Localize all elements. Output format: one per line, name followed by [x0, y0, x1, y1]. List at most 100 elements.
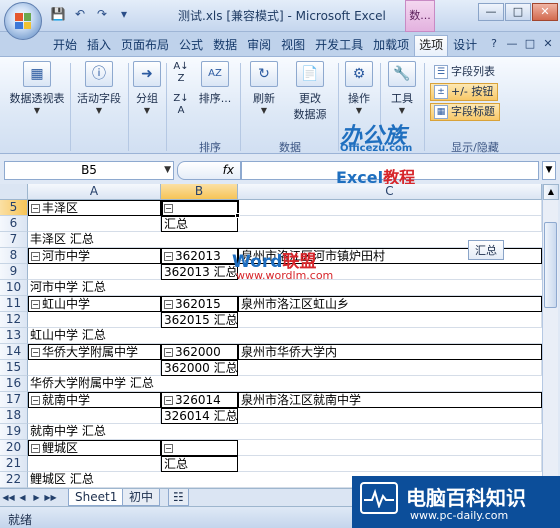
cell-a[interactable]: [28, 360, 161, 376]
group-button[interactable]: ➜ 分组 ▼: [130, 61, 164, 115]
cell-a[interactable]: − 鲤城区: [28, 440, 161, 456]
last-sheet-icon[interactable]: ▶▶: [44, 491, 57, 504]
collapse-icon[interactable]: −: [164, 348, 173, 357]
cell-c[interactable]: [238, 440, 542, 456]
cell-c[interactable]: [238, 408, 542, 424]
cell-a[interactable]: [28, 312, 161, 328]
collapse-icon[interactable]: −: [31, 252, 40, 261]
cell-c[interactable]: [238, 456, 542, 472]
cell-a[interactable]: − 河市中学: [28, 248, 161, 264]
redo-icon[interactable]: ↷: [94, 6, 110, 22]
insert-sheet-icon[interactable]: ☷: [168, 489, 189, 506]
name-box[interactable]: B5 ▼: [4, 161, 174, 180]
cell-subtotal[interactable]: 虹山中学 汇总: [28, 328, 542, 344]
cell-b[interactable]: 362000 汇总: [161, 360, 238, 376]
tab-4[interactable]: 数据: [208, 35, 242, 56]
collapse-icon[interactable]: −: [31, 396, 40, 405]
cell-b[interactable]: 362013 汇总: [161, 264, 238, 280]
tools-button[interactable]: 🔧 工具 ▼: [384, 61, 420, 115]
tab-7[interactable]: 开发工具: [310, 35, 368, 56]
collapse-icon[interactable]: −: [31, 204, 40, 213]
collapse-icon[interactable]: −: [164, 396, 173, 405]
collapse-icon[interactable]: −: [31, 348, 40, 357]
row-header[interactable]: 20: [0, 440, 28, 456]
collapse-icon[interactable]: −: [164, 300, 173, 309]
cell-b[interactable]: 362015 汇总: [161, 312, 238, 328]
active-field-button[interactable]: ⓘ 活动字段 ▼: [72, 61, 126, 115]
tab-2[interactable]: 页面布局: [116, 35, 174, 56]
tab-1[interactable]: 插入: [82, 35, 116, 56]
cell-a[interactable]: − 华侨大学附属中学: [28, 344, 161, 360]
cell-b[interactable]: 汇总: [161, 216, 238, 232]
row-header[interactable]: 8: [0, 248, 28, 264]
prev-sheet-icon[interactable]: ◀: [16, 491, 29, 504]
row-header[interactable]: 16: [0, 376, 28, 392]
plus-minus-buttons-toggle[interactable]: ± +/- 按钮: [430, 83, 499, 101]
scroll-up-icon[interactable]: ▲: [543, 184, 559, 200]
tab-0[interactable]: 开始: [48, 35, 82, 56]
row-header[interactable]: 11: [0, 296, 28, 312]
close-icon[interactable]: ✕: [532, 3, 558, 21]
ribbon-restore-icon[interactable]: □: [522, 36, 538, 52]
row-header[interactable]: 18: [0, 408, 28, 424]
field-headers-toggle[interactable]: ▦ 字段标题: [430, 103, 500, 121]
ribbon-close-icon[interactable]: ✕: [540, 36, 556, 52]
minimize-icon[interactable]: —: [478, 3, 504, 21]
select-all-corner[interactable]: [0, 184, 28, 200]
sort-button[interactable]: AZ 排序...: [194, 61, 236, 106]
row-header[interactable]: 10: [0, 280, 28, 296]
cell-b[interactable]: 326014 汇总: [161, 408, 238, 424]
cell-b[interactable]: −: [161, 440, 238, 456]
collapse-icon[interactable]: −: [31, 300, 40, 309]
help-icon[interactable]: ?: [486, 36, 502, 52]
save-icon[interactable]: 💾: [50, 6, 66, 22]
cell-c[interactable]: [238, 312, 542, 328]
row-header[interactable]: 13: [0, 328, 28, 344]
tab-9[interactable]: 选项: [414, 35, 449, 56]
cell-c[interactable]: [238, 360, 542, 376]
cell-subtotal[interactable]: 华侨大学附属中学 汇总: [28, 376, 542, 392]
vertical-scrollbar[interactable]: ▲: [542, 184, 559, 488]
field-list-button[interactable]: ☰ 字段列表: [430, 63, 500, 81]
column-header-c[interactable]: C: [238, 184, 542, 200]
ribbon-minimize-icon[interactable]: —: [504, 36, 520, 52]
tab-6[interactable]: 视图: [276, 35, 310, 56]
collapse-icon[interactable]: −: [164, 444, 173, 453]
row-header[interactable]: 6: [0, 216, 28, 232]
maximize-icon[interactable]: □: [505, 3, 531, 21]
cell-c[interactable]: 泉州市洛江区就南中学: [238, 392, 542, 408]
fill-handle[interactable]: [235, 213, 240, 218]
tab-3[interactable]: 公式: [174, 35, 208, 56]
row-header[interactable]: 7: [0, 232, 28, 248]
first-sheet-icon[interactable]: ◀◀: [2, 491, 15, 504]
actions-button[interactable]: ⚙ 操作 ▼: [342, 61, 376, 115]
cell-b[interactable]: −362015: [161, 296, 238, 312]
column-header-b[interactable]: B: [161, 184, 238, 200]
sheet-tab-junior[interactable]: 初中: [122, 489, 161, 506]
refresh-button[interactable]: ↻ 刷新 ▼: [246, 61, 282, 115]
row-header[interactable]: 17: [0, 392, 28, 408]
tab-10[interactable]: 设计: [448, 35, 482, 56]
cell-subtotal[interactable]: 就南中学 汇总: [28, 424, 542, 440]
row-header[interactable]: 19: [0, 424, 28, 440]
scroll-thumb[interactable]: [544, 222, 557, 308]
collapse-icon[interactable]: −: [164, 204, 173, 213]
column-header-a[interactable]: A: [28, 184, 161, 200]
cell-c[interactable]: [238, 216, 542, 232]
chevron-down-icon[interactable]: ▼: [164, 162, 171, 179]
cell-a[interactable]: [28, 216, 161, 232]
cell-b[interactable]: −326014: [161, 392, 238, 408]
cell-b[interactable]: −362013: [161, 248, 238, 264]
customize-toolbar-icon[interactable]: ▾: [116, 6, 132, 22]
collapse-icon[interactable]: −: [31, 444, 40, 453]
next-sheet-icon[interactable]: ▶: [30, 491, 43, 504]
row-header[interactable]: 12: [0, 312, 28, 328]
expand-formula-bar-icon[interactable]: ▼: [542, 161, 556, 180]
cell-a[interactable]: − 就南中学: [28, 392, 161, 408]
row-header[interactable]: 9: [0, 264, 28, 280]
cell-c[interactable]: 泉州市洛江区虹山乡: [238, 296, 542, 312]
cell-b[interactable]: 汇总: [161, 456, 238, 472]
cell-b[interactable]: −: [161, 200, 238, 216]
row-header[interactable]: 15: [0, 360, 28, 376]
change-data-source-button[interactable]: 📄 更改 数据源: [284, 61, 336, 122]
